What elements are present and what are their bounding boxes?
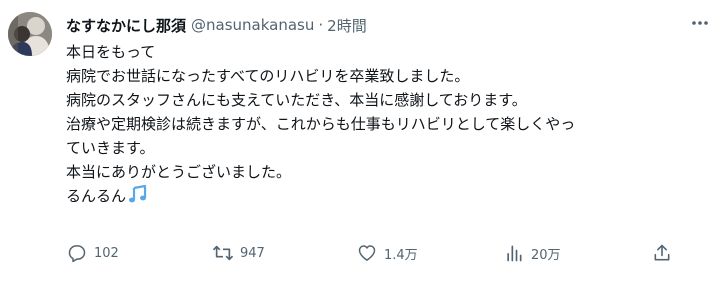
tweet-line: 病院のスタッフさんにも支えていただき、本当に感謝しております。 [66,91,527,109]
like-button[interactable]: 1.4万 [356,238,418,268]
views-button[interactable]: 20万 [503,238,561,268]
tweet-text: 本日をもって 病院でお世話になったすべてのリハビリを卒業致しました。 病院のスタ… [66,40,706,211]
more-options-button[interactable] [687,12,713,38]
tweet-line: 治療や定期検診は続きますが、これからも仕事もリハビリとして楽しくやっ [66,115,576,133]
tweet-last-line: るんるん [66,184,706,211]
more-icon [690,13,710,37]
reply-count: 102 [94,245,119,261]
tweet-line: るんるん [66,187,127,205]
tweet-line: ていきます。 [66,139,155,157]
reply-button[interactable]: 102 [66,238,119,268]
avatar[interactable] [8,12,52,56]
bar-chart-icon [503,242,525,264]
retweet-icon [212,242,234,264]
bookmark-icon [651,242,673,264]
reply-icon [66,242,88,264]
tweet-card[interactable]: なすなかにし那須 @nasunakanasu · 2時間 本日をもって 病院でお… [0,0,727,281]
tweet-line: 本日をもって [66,43,156,61]
tweet-header: なすなかにし那須 @nasunakanasu · 2時間 [66,14,367,36]
musical-notes-icon [128,184,148,211]
tweet-line: 病院でお世話になったすべてのリハビリを卒業致しました。 [66,67,470,85]
share-button[interactable] [651,238,673,268]
tweet-line: 本当にありがとうございました。 [66,163,292,181]
timestamp[interactable]: 2時間 [327,15,367,36]
like-count: 1.4万 [384,247,418,263]
author-name[interactable]: なすなかにし那須 [66,15,186,36]
action-bar: 102 947 1.4万 20万 [66,238,716,268]
retweet-count: 947 [240,245,265,261]
retweet-button[interactable]: 947 [212,238,265,268]
heart-icon [356,242,378,264]
author-handle[interactable]: @nasunakanasu [191,16,314,34]
view-count: 20万 [531,247,561,263]
separator: · [318,16,324,34]
